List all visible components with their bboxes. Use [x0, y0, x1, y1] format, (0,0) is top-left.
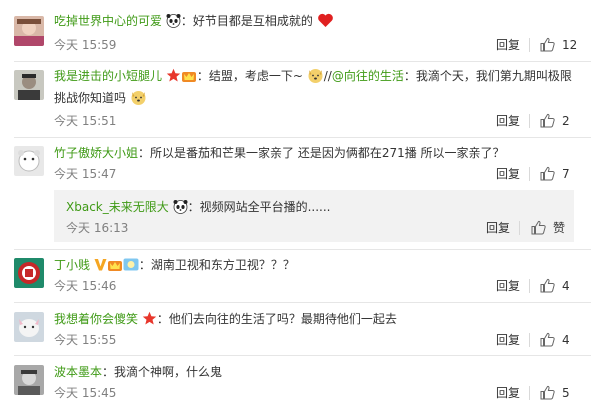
username-link[interactable]: Xback_未来无限大 [66, 200, 169, 214]
divider [14, 249, 591, 250]
level-badge-icon [123, 257, 139, 272]
divider [14, 137, 591, 138]
heart-emoji-icon [317, 12, 334, 29]
comment-text-line: 我想着你会傻笑 ：他们去向往的生活了吗？最期待他们一起去 [54, 308, 573, 330]
thumb-up-icon [531, 220, 546, 235]
sub-reply-box: Xback_未来无限大 ：视频网站全平台播的...... 今天 16:13 回复… [54, 190, 574, 242]
comment-time: 今天 15:51 [54, 114, 117, 128]
comment-time: 今天 15:45 [54, 386, 117, 400]
divider [14, 355, 591, 356]
action-separator [519, 221, 520, 235]
comment-text-line: 波本墨本：我滴个神啊，什么鬼 [54, 361, 573, 383]
username-link[interactable]: 竹子傲娇大小姐 [54, 146, 138, 160]
avatar[interactable] [14, 70, 44, 100]
action-separator [529, 279, 530, 293]
username-link[interactable]: 我是进击的小短腿儿 [54, 69, 162, 83]
avatar[interactable] [14, 146, 44, 176]
like-count: 5 [562, 386, 570, 400]
like-count: 12 [562, 38, 578, 52]
comment-text: ：湖南卫视和东方卫视？？？ [138, 258, 295, 272]
dog-emoji-icon [130, 89, 147, 106]
username-link[interactable]: 丁小贱 [54, 258, 90, 272]
sub-reply-time: 今天 16:13 [66, 221, 129, 235]
comment-text-line: 我是进击的小短腿儿 ：结盟，考虑一下~ //@向往的生活：我滴个天，我们第九期叫… [54, 65, 573, 109]
comment-text: ：我滴个神啊，什么鬼 [102, 365, 223, 379]
reply-button[interactable]: 回复 [496, 113, 520, 129]
action-separator [529, 167, 530, 181]
red-star-badge-icon [166, 68, 181, 83]
username-link[interactable]: 波本墨本 [54, 365, 102, 379]
panda-emoji-icon [173, 199, 188, 214]
sub-reply-text: ：视频网站全平台播的...... [187, 200, 331, 214]
divider [14, 302, 591, 303]
like-label: 赞 [553, 221, 566, 235]
thumb-up-icon [540, 113, 555, 128]
red-star-badge-icon [142, 311, 157, 326]
comment-text: ：所以是番茄和芒果一家亲了 还是因为俩都在271播 所以一家亲了？ [138, 146, 505, 160]
avatar[interactable] [14, 258, 44, 288]
action-separator [529, 333, 530, 347]
like-count: 7 [562, 167, 570, 181]
action-separator [529, 386, 530, 400]
comment-text-line: 丁小贱 ：湖南卫视和东方卫视？？？ [54, 254, 573, 276]
thumb-up-icon [540, 166, 555, 181]
comment-text: ：好节目都是互相成就的 [180, 14, 313, 28]
username-link[interactable]: 我想着你会傻笑 [54, 312, 138, 326]
reply-button[interactable]: 回复 [496, 37, 520, 53]
comment-time: 今天 15:55 [54, 333, 117, 347]
reply-button[interactable]: 回复 [496, 332, 520, 348]
thumb-up-icon [540, 385, 555, 400]
reply-button[interactable]: 回复 [496, 385, 520, 401]
comment-time: 今天 15:46 [54, 279, 117, 293]
divider [14, 61, 591, 62]
thumb-up-icon [540, 37, 555, 52]
dog-emoji-icon [307, 67, 324, 84]
reply-button[interactable]: 回复 [496, 166, 520, 182]
comment-text-line: 吃掉世界中心的可爱 ：好节目都是互相成就的 [54, 10, 573, 32]
comment-time: 今天 15:59 [54, 38, 117, 52]
forward-separator: // [323, 69, 332, 83]
avatar[interactable] [14, 365, 44, 395]
avatar[interactable] [14, 16, 44, 46]
username-link[interactable]: 吃掉世界中心的可爱 [54, 14, 162, 28]
reply-button[interactable]: 回复 [496, 278, 520, 294]
comment-text-line: 竹子傲娇大小姐：所以是番茄和芒果一家亲了 还是因为俩都在271播 所以一家亲了？ [54, 142, 573, 164]
crown-badge-icon [107, 257, 123, 272]
like-count: 2 [562, 114, 570, 128]
thumb-up-icon [540, 278, 555, 293]
panda-emoji-icon [166, 13, 181, 28]
avatar[interactable] [14, 312, 44, 342]
action-separator [529, 38, 530, 52]
crown-badge-icon [181, 68, 197, 83]
sub-reply-text-line: Xback_未来无限大 ：视频网站全平台播的...... [66, 197, 330, 217]
comment-text-part: ：结盟，考虑一下~ [196, 69, 303, 83]
comment-time: 今天 15:47 [54, 167, 117, 181]
mention-link[interactable]: @向往的生活 [332, 69, 404, 83]
like-count: 4 [562, 333, 570, 347]
like-count: 4 [562, 279, 570, 293]
comment-text: ：他们去向往的生活了吗？最期待他们一起去 [156, 312, 397, 326]
thumb-up-icon [540, 332, 555, 347]
v-badge-icon [94, 257, 107, 272]
reply-button[interactable]: 回复 [486, 220, 510, 236]
action-separator [529, 114, 530, 128]
